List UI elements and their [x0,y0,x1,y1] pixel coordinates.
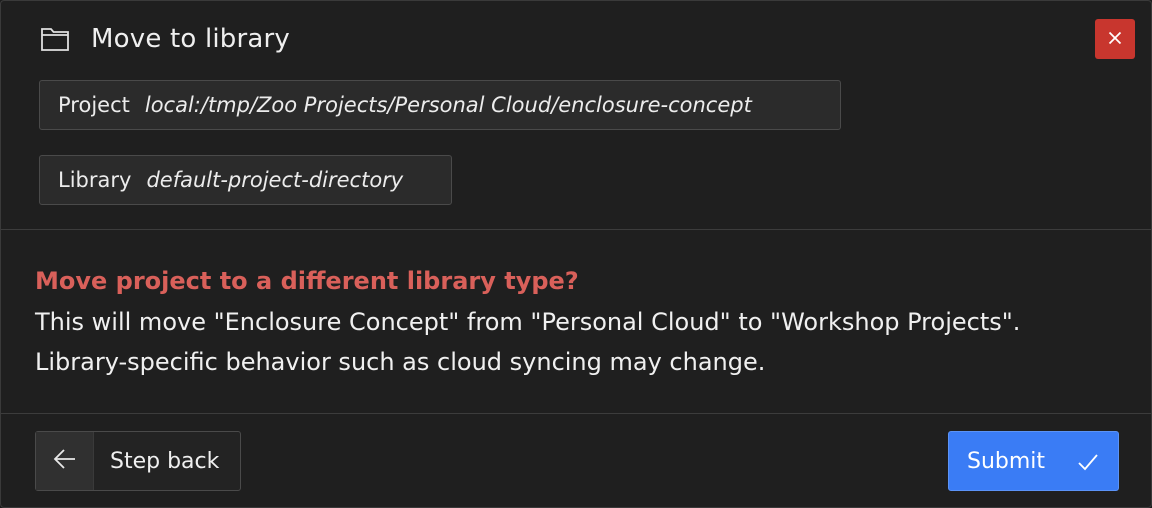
step-back-button[interactable]: Step back [35,431,241,491]
dialog-title: Move to library [91,24,291,54]
warning-title: Move project to a different library type… [35,267,579,295]
project-label: Project [58,93,130,117]
close-icon [1108,30,1122,49]
arrow-left-icon [53,448,77,474]
move-to-library-dialog: Move to library Project local:/tmp/Zoo P… [0,0,1152,508]
submit-button[interactable]: Submit [948,431,1119,491]
folder-icon [40,25,70,53]
close-button[interactable] [1095,19,1135,59]
warning-text: This will move "Enclosure Concept" from … [35,308,1021,376]
step-back-label: Step back [110,448,220,474]
library-chip: Library default-project-directory [39,155,452,205]
dialog-header: Move to library Project local:/tmp/Zoo P… [1,1,1151,230]
check-icon [1076,450,1100,474]
submit-label: Submit [967,448,1046,474]
library-value: default-project-directory [146,168,404,192]
library-label: Library [58,168,132,192]
arrow-box [36,432,94,490]
project-value: local:/tmp/Zoo Projects/Personal Cloud/e… [144,93,752,117]
project-chip: Project local:/tmp/Zoo Projects/Personal… [39,80,841,130]
dialog-body: Move project to a different library type… [1,230,1151,414]
